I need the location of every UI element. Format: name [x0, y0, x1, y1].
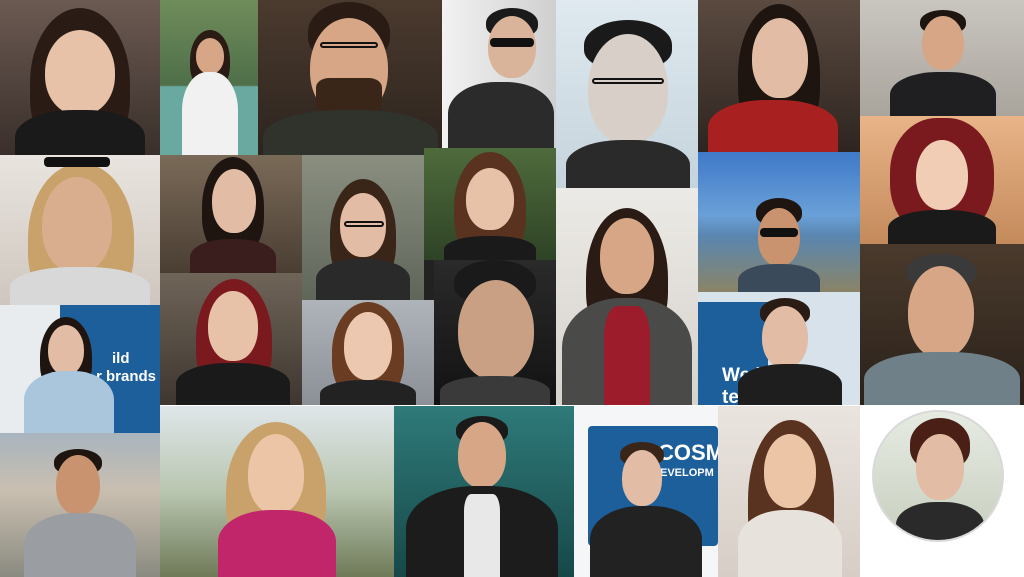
portrait-tile-14 — [860, 116, 1024, 244]
portrait-tile-18: We b te — [698, 292, 860, 406]
portrait-tile-24: COSM EVELOPM — [574, 406, 718, 577]
portrait-tile-9 — [160, 155, 302, 273]
portrait-tile-22 — [160, 406, 394, 577]
portrait-tile-7 — [860, 0, 1024, 116]
portrait-tile-16 — [302, 300, 434, 405]
portrait-tile-23 — [394, 406, 574, 577]
portrait-tile-3 — [258, 0, 442, 155]
portrait-tile-15 — [160, 273, 302, 405]
round-portrait-frame — [872, 410, 1004, 542]
portrait-tile-19 — [860, 244, 1024, 406]
tile-divider — [160, 405, 1024, 406]
portrait-tile-26 — [860, 406, 1024, 577]
portrait-tile-10 — [302, 155, 424, 300]
portrait-tile-25 — [718, 406, 860, 577]
photo-collage: We b te ild r brands COSM EVEL — [0, 0, 1024, 577]
portrait-tile-4 — [442, 0, 556, 148]
portrait-tile-1 — [0, 0, 160, 155]
sign-text-cosm: COSM — [658, 440, 718, 465]
sign-text-te: te — [722, 387, 739, 406]
portrait-tile-8 — [0, 155, 160, 305]
portrait-tile-21 — [0, 433, 160, 577]
portrait-tile-13 — [698, 152, 860, 292]
portrait-tile-20: ild r brands — [0, 305, 160, 433]
portrait-tile-5 — [556, 0, 698, 188]
portrait-tile-12 — [556, 188, 698, 406]
portrait-tile-2 — [160, 0, 258, 155]
sign-text-ild: ild — [112, 350, 130, 367]
portrait-tile-11 — [424, 148, 556, 260]
portrait-tile-6 — [698, 0, 860, 152]
sign-text-evelopm: EVELOPM — [660, 467, 714, 479]
portrait-tile-17 — [434, 260, 556, 406]
